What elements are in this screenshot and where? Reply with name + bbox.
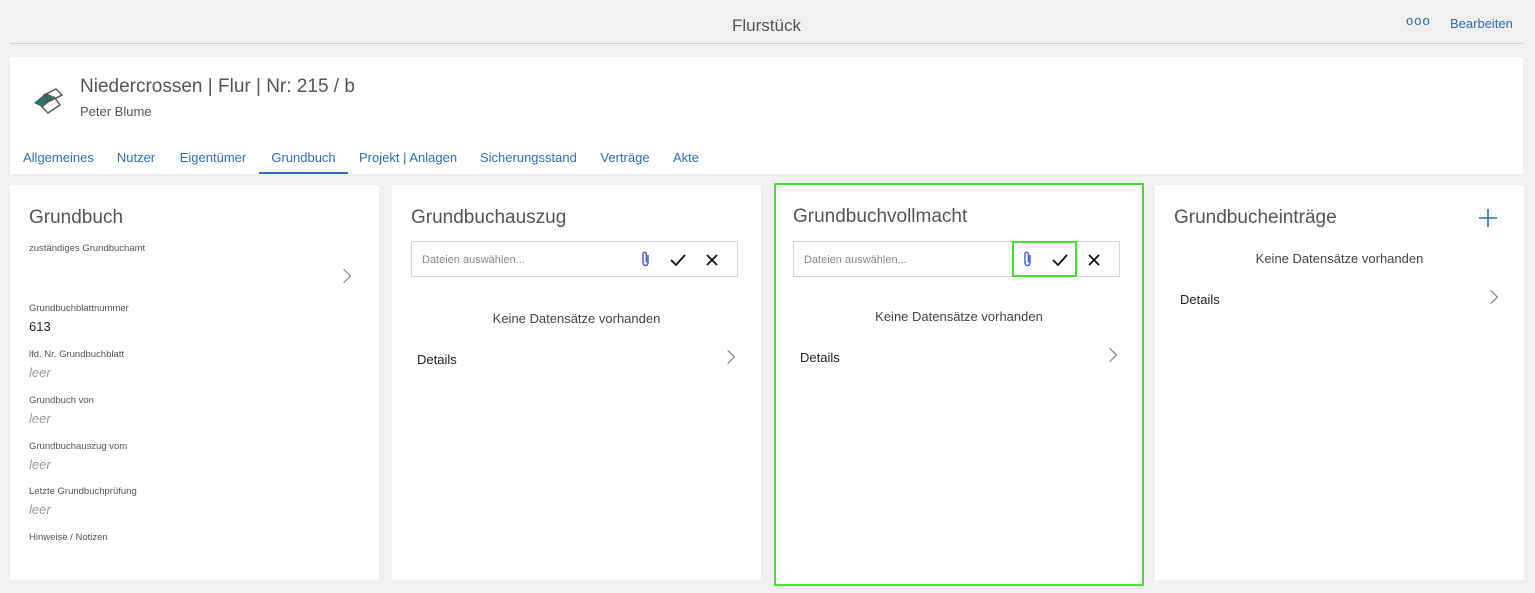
object-owner: Peter Blume (80, 104, 152, 119)
chevron-right-icon[interactable] (1102, 347, 1118, 363)
file-upload-field[interactable]: Dateien auswählen... (411, 241, 738, 277)
tab-eigentuemer[interactable]: Eigentümer (179, 150, 247, 174)
tab-vertraege[interactable]: Verträge (599, 150, 651, 174)
add-icon[interactable] (1478, 208, 1498, 228)
field-value-blattnummer: 613 (29, 319, 51, 334)
grundbuch-card: Grundbuch zuständiges Grundbuchamt Grund… (10, 185, 379, 580)
tab-projekt-anlagen[interactable]: Projekt | Anlagen (359, 150, 457, 174)
edit-button[interactable]: Bearbeiten (1450, 16, 1513, 31)
field-label-auszug-vom: Grundbuchauszug vom (29, 441, 128, 452)
field-label-grundbuch-von: Grundbuch von (29, 395, 94, 406)
confirm-icon[interactable] (668, 250, 688, 270)
attach-icon[interactable] (636, 250, 656, 270)
tab-nutzer[interactable]: Nutzer (115, 150, 157, 174)
chevron-right-icon[interactable] (336, 268, 352, 284)
close-icon[interactable] (702, 250, 722, 270)
details-link[interactable]: Details (417, 352, 457, 367)
tab-grundbuch[interactable]: Grundbuch (259, 150, 348, 174)
card-title: Grundbuchvollmacht (793, 206, 968, 227)
empty-message: Keine Datensätze vorhanden (492, 311, 661, 326)
grundbucheintraege-card: Grundbucheinträge Keine Datensätze vorha… (1155, 185, 1524, 580)
field-label-hinweise: Hinweise / Notizen (29, 532, 108, 543)
field-value-lfd-nr: leer (29, 365, 51, 380)
highlight-box (1012, 241, 1077, 277)
field-value-letzte-pruefung: leer (29, 502, 51, 517)
field-label-blattnummer: Grundbuchblattnummer (29, 303, 129, 314)
tab-sicherungsstand[interactable]: Sicherungsstand (480, 150, 577, 174)
parcel-icon (34, 88, 64, 114)
grundbuchauszug-card: Grundbuchauszug Dateien auswählen... Kei… (392, 185, 761, 580)
card-title: Grundbuch (29, 207, 124, 228)
field-label-grundbuchamt: zuständiges Grundbuchamt (29, 243, 146, 254)
empty-message: Keine Datensätze vorhanden (875, 309, 1043, 324)
file-upload-field[interactable]: Dateien auswählen... (793, 241, 1120, 277)
field-value-auszug-vom: leer (29, 457, 51, 472)
chevron-right-icon[interactable] (720, 349, 736, 365)
field-value-grundbuch-von: leer (29, 411, 51, 426)
tab-allgemeines[interactable]: Allgemeines (23, 150, 94, 174)
more-options-button[interactable]: ooo (1406, 13, 1431, 28)
chevron-right-icon[interactable] (1483, 289, 1499, 305)
close-icon[interactable] (1084, 250, 1104, 270)
field-label-lfd-nr: lfd. Nr. Grundbuchblatt (29, 349, 125, 360)
card-title: Grundbuchauszug (411, 207, 567, 228)
file-input-placeholder[interactable]: Dateien auswählen... (422, 254, 525, 266)
field-label-letzte-pruefung: Letzte Grundbuchprüfung (29, 486, 137, 497)
object-header: Niedercrossen | Flur | Nr: 215 / b Peter… (10, 57, 1523, 174)
details-link[interactable]: Details (1180, 292, 1220, 307)
details-link[interactable]: Details (800, 350, 840, 365)
tab-akte[interactable]: Akte (672, 150, 700, 174)
page-title: Flurstück (732, 16, 801, 35)
grundbuchvollmacht-card: Grundbuchvollmacht Dateien auswählen... … (774, 183, 1144, 586)
top-bar: Flurstück ooo Bearbeiten (10, 0, 1523, 44)
object-title: Niedercrossen | Flur | Nr: 215 / b (80, 76, 355, 97)
file-input-placeholder[interactable]: Dateien auswählen... (804, 254, 907, 266)
empty-message: Keine Datensätze vorhanden (1255, 251, 1424, 266)
card-title: Grundbucheinträge (1174, 207, 1337, 228)
